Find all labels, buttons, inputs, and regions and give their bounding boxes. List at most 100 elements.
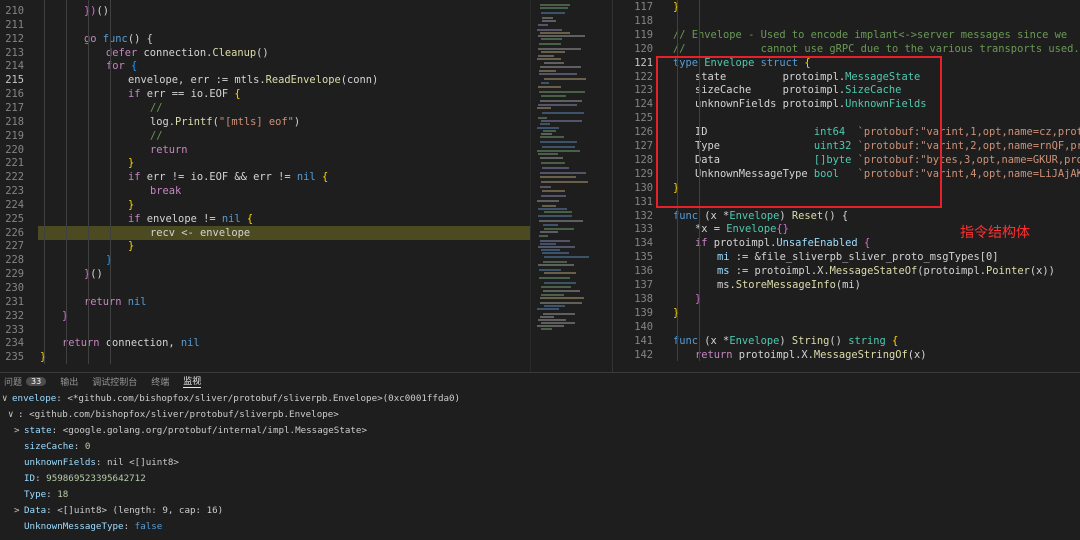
minimap-line <box>541 294 564 296</box>
code-line[interactable]: 118 <box>613 14 1080 28</box>
watch-row[interactable]: > Data: <[]uint8> (length: 9, cap: 16) <box>0 503 1080 519</box>
code-line[interactable]: 210})() <box>0 4 530 18</box>
minimap-line <box>541 95 566 97</box>
watch-row[interactable]: ∨: <github.com/bishopfox/sliver/protobuf… <box>0 407 1080 423</box>
code-line[interactable]: 137 ms.StoreMessageInfo(mi) <box>613 278 1080 292</box>
code-line[interactable]: 117} <box>613 0 1080 14</box>
line-number: 124 <box>634 98 653 111</box>
code-text: recv <- envelope <box>150 226 251 239</box>
code-line[interactable]: 217 // <box>0 101 530 115</box>
panel-tab[interactable]: 输出 <box>60 375 78 388</box>
code-line[interactable]: 122 state protoimpl.MessageState <box>613 70 1080 84</box>
minimap-line <box>541 162 565 164</box>
minimap-line <box>544 62 564 64</box>
chevron-down-icon[interactable]: ∨ <box>8 407 18 423</box>
code-line[interactable]: 132 func (x *Envelope) Reset() { <box>613 209 1080 223</box>
left-code-editor[interactable]: 210})() 211 212 go func() {213 defer connect… <box>0 0 530 372</box>
chevron-right-icon[interactable]: > <box>14 503 24 519</box>
code-line[interactable]: 211 <box>0 18 530 32</box>
watch-row[interactable]: UnknownMessageType: false <box>0 519 1080 535</box>
line-number: 130 <box>634 181 653 194</box>
code-line[interactable]: 226 recv <- envelope <box>5 225 530 240</box>
minimap-line <box>538 246 575 248</box>
code-line[interactable]: 222 if err != io.EOF && err != nil { <box>0 170 530 184</box>
watch-row[interactable]: ID: 959869523395642712 <box>0 471 1080 487</box>
code-line[interactable]: 142 return protoimpl.X.MessageStringOf(x) <box>613 348 1080 362</box>
watch-row[interactable]: unknownFields: nil <[]uint8> <box>0 455 1080 471</box>
code-line[interactable]: 124 unknownFields protoimpl.UnknownFields <box>613 97 1080 111</box>
code-line[interactable]: 136 ms := protoimpl.X.MessageStateOf(prot… <box>613 264 1080 278</box>
minimap-line <box>543 224 558 226</box>
code-line[interactable]: 227} <box>0 239 530 253</box>
chevron-right-icon[interactable]: > <box>14 423 24 439</box>
minimap-line <box>538 86 561 88</box>
code-line[interactable]: 123 sizeCache protoimpl.SizeCache <box>613 83 1080 97</box>
code-line[interactable]: 229}() <box>0 267 530 281</box>
code-text: *x = Envelope{} <box>695 223 789 236</box>
minimap-line <box>540 297 584 299</box>
code-line[interactable]: 129 UnknownMessageType bool `protobuf:"va… <box>613 167 1080 181</box>
code-line[interactable]: 221} <box>0 156 530 170</box>
code-line[interactable]: 231 return nil <box>0 295 530 309</box>
watch-row[interactable]: sizeCache: 0 <box>0 439 1080 455</box>
code-line[interactable]: 232} <box>0 309 530 323</box>
code-line[interactable]: 131 <box>613 195 1080 209</box>
minimap-line <box>540 172 586 174</box>
code-line[interactable]: 135 mi := &file_sliverpb_sliver_proto_msg… <box>613 250 1080 264</box>
code-text: func (x *Envelope) String() string { <box>673 334 899 347</box>
code-line[interactable]: 233 <box>0 323 530 337</box>
code-text: } <box>128 157 135 170</box>
code-line[interactable]: 230 <box>0 281 530 295</box>
panel-tab[interactable]: 终端 <box>151 375 169 388</box>
code-text: if err == io.EOF { <box>128 88 241 101</box>
code-line[interactable]: 121 type Envelope struct { <box>613 56 1080 70</box>
watch-key: sizeCache <box>24 441 74 452</box>
code-text: break <box>150 185 182 198</box>
code-line[interactable]: 214 for { <box>0 59 530 73</box>
code-line[interactable]: 128 Data []byte `protobuf:"bytes,3,opt,na… <box>613 153 1080 167</box>
code-text: envelope, err := mtls.ReadEnvelope(conn) <box>128 74 379 87</box>
code-line[interactable]: 235} <box>0 350 530 364</box>
code-line[interactable]: 220 return <box>0 143 530 157</box>
code-line[interactable]: 216 if err == io.EOF { <box>0 87 530 101</box>
minimap[interactable] <box>530 0 613 372</box>
code-line[interactable]: 218 log.Printf("[mtls] eof") <box>0 115 530 129</box>
minimap-line <box>544 305 565 307</box>
minimap-line <box>541 133 552 135</box>
chevron-down-icon[interactable]: ∨ <box>2 391 12 407</box>
panel-tab[interactable]: 调试控制台 <box>92 375 137 388</box>
code-line[interactable]: 224} <box>0 198 530 212</box>
watch-key: Data <box>24 505 47 516</box>
code-line[interactable]: 119 // Envelope - Used to encode implant<… <box>613 28 1080 42</box>
minimap-line <box>540 141 577 143</box>
code-line[interactable]: 215 envelope, err := mtls.ReadEnvelope(co… <box>0 73 530 87</box>
panel-tab-label: 监视 <box>183 377 202 387</box>
code-line[interactable]: 130} <box>613 181 1080 195</box>
right-code-editor[interactable]: 117}118119 // Envelope - Used to encode i… <box>612 0 1080 372</box>
code-line[interactable]: 127 Type uint32 `protobuf:"varint,2,opt,n… <box>613 139 1080 153</box>
watch-row[interactable]: > state: <google.golang.org/protobuf/inte… <box>0 423 1080 439</box>
code-line[interactable]: 139} <box>613 306 1080 320</box>
code-line[interactable]: 141 func (x *Envelope) String() string { <box>613 334 1080 348</box>
code-line[interactable]: 138} <box>613 292 1080 306</box>
code-line[interactable]: 212 go func() { <box>0 32 530 46</box>
code-line[interactable]: 126 ID int64 `protobuf:"varint,1,opt,name… <box>613 125 1080 139</box>
watch-row[interactable]: Type: 18 <box>0 487 1080 503</box>
code-line[interactable]: 219 // <box>0 129 530 143</box>
indent-guide <box>44 0 45 365</box>
code-line[interactable]: 228} <box>0 253 530 267</box>
code-line[interactable]: 223 break <box>0 184 530 198</box>
code-line[interactable]: 140 <box>613 320 1080 334</box>
panel-tab[interactable]: 监视 <box>183 374 202 388</box>
code-line[interactable]: 225 if envelope != nil { <box>0 212 530 226</box>
line-number: 121 <box>634 56 653 69</box>
code-line[interactable]: 213 defer connection.Cleanup() <box>0 46 530 60</box>
code-line[interactable]: 234 return connection, nil <box>0 336 530 350</box>
watch-key: envelope <box>12 393 57 404</box>
minimap-line <box>537 200 559 202</box>
watch-row[interactable]: ∨ envelope: <*github.com/bishopfox/sliver… <box>0 391 1080 407</box>
panel-tab[interactable]: 问题 33 <box>4 375 47 388</box>
code-text: UnknownMessageType bool `protobuf:"varin… <box>695 167 1080 180</box>
code-line[interactable]: 125 <box>613 111 1080 125</box>
code-line[interactable]: 120 // cannot use gRPC due to the various… <box>613 42 1080 56</box>
